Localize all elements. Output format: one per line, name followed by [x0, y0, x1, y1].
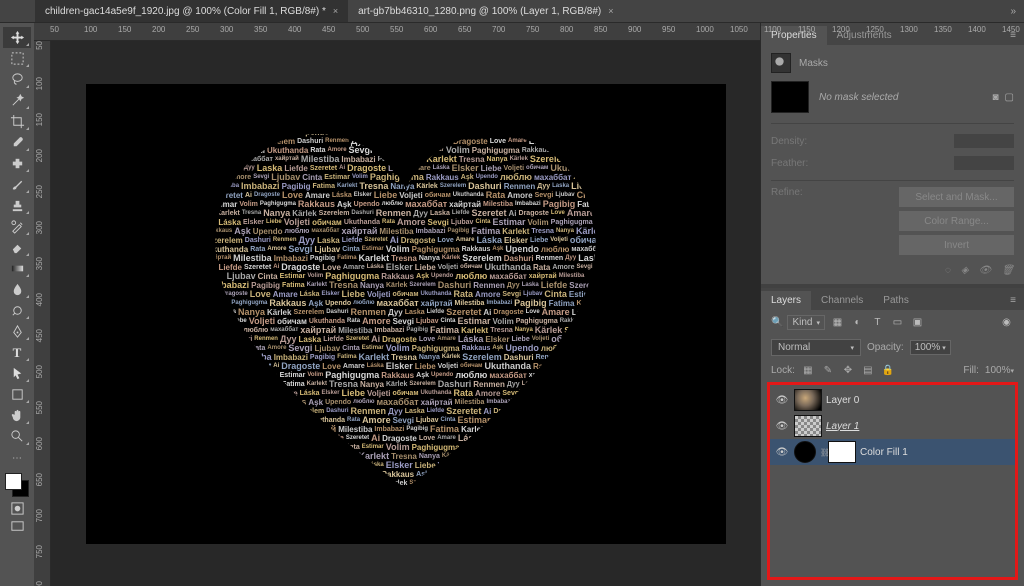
load-selection-icon[interactable]: ◌ — [945, 265, 951, 276]
invert-button[interactable]: Invert — [899, 235, 1014, 255]
blend-mode-dropdown[interactable]: Normal▾ — [771, 339, 861, 356]
select-and-mask-button[interactable]: Select and Mask... — [899, 187, 1014, 207]
brush-tool[interactable] — [3, 174, 31, 195]
blur-tool[interactable] — [3, 279, 31, 300]
zoom-tool[interactable] — [3, 426, 31, 447]
apply-mask-icon[interactable]: ◈ — [961, 265, 969, 276]
ruler-horizontal[interactable]: 5010015020025030035040045050055060065070… — [34, 23, 760, 41]
layers-list: 👁 Layer 0 👁 Layer 1 👁⛓Color Fill 1 — [767, 382, 1018, 580]
stamp-tool[interactable] — [3, 195, 31, 216]
layer-thumbnail[interactable] — [794, 389, 822, 411]
heart-text-art: LoveAmareLáskaElskerLiebeVoljetiобичамUk… — [206, 119, 606, 499]
move-tool[interactable] — [3, 27, 31, 48]
crop-tool[interactable] — [3, 111, 31, 132]
dodge-tool[interactable] — [3, 300, 31, 321]
doc-tab-2[interactable]: art-gb7bb46310_1280.png @ 100% (Layer 1,… — [348, 0, 623, 22]
foreground-color[interactable] — [5, 473, 22, 490]
layer-thumbnail[interactable] — [794, 441, 816, 463]
visibility-toggle[interactable]: 👁 — [774, 395, 790, 406]
panel-menu-icon[interactable]: ≡ — [1002, 291, 1024, 310]
screen-mode-icon[interactable] — [3, 519, 31, 533]
heal-tool[interactable] — [3, 153, 31, 174]
mask-thumbnail — [771, 81, 809, 113]
quick-mask-icon[interactable] — [3, 501, 31, 515]
filter-shape-icon[interactable]: ▭ — [890, 315, 905, 330]
lock-trans-icon[interactable]: ▦ — [801, 363, 815, 377]
refine-label: Refine: — [771, 187, 803, 259]
color-range-button[interactable]: Color Range... — [899, 211, 1014, 231]
disable-mask-icon[interactable]: 👁 — [979, 265, 992, 276]
density-slider[interactable] — [954, 134, 1014, 148]
properties-panel: Masks No mask selected ◙ ▢ Density: Feat… — [761, 45, 1024, 284]
masks-label: Masks — [799, 58, 828, 69]
tab-label: children-gac14a5e9f_1920.jpg @ 100% (Col… — [45, 6, 326, 17]
layer-thumbnail[interactable] — [794, 415, 822, 437]
pen-tool[interactable] — [3, 321, 31, 342]
gradient-tool[interactable] — [3, 258, 31, 279]
type-tool[interactable]: T — [3, 342, 31, 363]
layer-name[interactable]: Layer 0 — [826, 395, 1011, 406]
filter-toggle[interactable]: ◉ — [999, 315, 1014, 330]
filter-pixel-icon[interactable]: ▦ — [830, 315, 845, 330]
edit-toolbar-icon[interactable]: ⋯ — [3, 451, 31, 465]
opacity-label: Opacity: — [867, 342, 904, 353]
filter-type-icon[interactable]: T — [870, 315, 885, 330]
filter-smart-icon[interactable]: ▣ — [910, 315, 925, 330]
visibility-toggle[interactable]: 👁 — [774, 421, 790, 432]
no-mask-label: No mask selected — [819, 92, 898, 103]
path-select-tool[interactable] — [3, 363, 31, 384]
history-brush-tool[interactable] — [3, 216, 31, 237]
delete-mask-icon[interactable]: 🗑 — [1001, 265, 1014, 276]
fill-input[interactable]: 100%▾ — [985, 365, 1014, 376]
tab-label: art-gb7bb46310_1280.png @ 100% (Layer 1,… — [358, 6, 601, 17]
color-swatches[interactable] — [5, 473, 29, 497]
layer-row[interactable]: 👁 Layer 1 — [770, 413, 1015, 439]
layer-row[interactable]: 👁⛓Color Fill 1 — [770, 439, 1015, 465]
document[interactable]: LoveAmareLáskaElskerLiebeVoljetiобичамUk… — [86, 84, 726, 544]
feather-label: Feather: — [771, 158, 808, 169]
lock-all-icon[interactable]: 🔒 — [881, 363, 895, 377]
tab-channels[interactable]: Channels — [811, 291, 873, 310]
canvas[interactable]: LoveAmareLáskaElskerLiebeVoljetiобичамUk… — [51, 41, 760, 586]
mask-type-icon — [771, 53, 791, 73]
shape-tool[interactable] — [3, 384, 31, 405]
toolbar: T ⋯ — [0, 23, 34, 586]
marquee-tool[interactable] — [3, 48, 31, 69]
layer-mask-thumbnail[interactable] — [828, 441, 856, 463]
layer-name[interactable]: Color Fill 1 — [860, 447, 1011, 458]
layers-panel-tabs: Layers Channels Paths ≡ — [761, 288, 1024, 310]
layer-name[interactable]: Layer 1 — [826, 421, 1011, 432]
filter-kind-dropdown[interactable]: Kind▾ — [787, 315, 825, 330]
tab-paths[interactable]: Paths — [873, 291, 919, 310]
close-icon[interactable]: × — [608, 6, 613, 16]
close-icon[interactable]: × — [333, 6, 338, 16]
doc-tabs-chevrons[interactable]: » — [1002, 6, 1024, 17]
feather-slider[interactable] — [954, 156, 1014, 170]
tab-layers[interactable]: Layers — [761, 291, 811, 310]
filter-adjust-icon[interactable]: ◐ — [850, 315, 865, 330]
vector-mask-icon[interactable]: ▢ — [1005, 92, 1014, 103]
wand-tool[interactable] — [3, 90, 31, 111]
fill-label: Fill: — [963, 365, 979, 376]
doc-tab-1[interactable]: children-gac14a5e9f_1920.jpg @ 100% (Col… — [35, 0, 348, 22]
lock-artboard-icon[interactable]: ▤ — [861, 363, 875, 377]
hand-tool[interactable] — [3, 405, 31, 426]
lock-label: Lock: — [771, 365, 795, 376]
density-label: Density: — [771, 136, 807, 147]
pixel-mask-icon[interactable]: ◙ — [993, 92, 999, 103]
ruler-vertical[interactable]: 5010015020025030035040045050055060065070… — [34, 41, 51, 586]
lasso-tool[interactable] — [3, 69, 31, 90]
document-tabs: children-gac14a5e9f_1920.jpg @ 100% (Col… — [0, 0, 1024, 23]
visibility-toggle[interactable]: 👁 — [774, 447, 790, 458]
lock-image-icon[interactable]: ✎ — [821, 363, 835, 377]
eyedropper-tool[interactable] — [3, 132, 31, 153]
opacity-input[interactable]: 100%▾ — [910, 340, 951, 355]
eraser-tool[interactable] — [3, 237, 31, 258]
lock-pos-icon[interactable]: ✥ — [841, 363, 855, 377]
layer-row[interactable]: 👁 Layer 0 — [770, 387, 1015, 413]
